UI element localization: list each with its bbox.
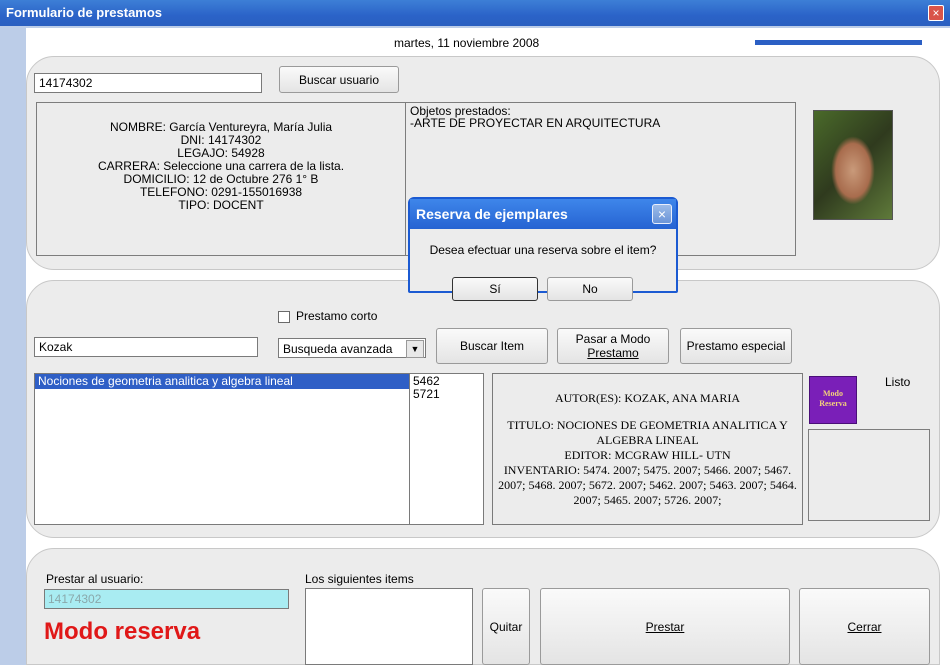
short-loan-label: Prestamo corto — [296, 309, 378, 323]
user-tipo: TIPO: DOCENT — [178, 198, 264, 212]
dialog-close-icon[interactable]: × — [652, 204, 672, 224]
dialog-yes-button[interactable]: Sí — [452, 277, 538, 301]
chevron-down-icon[interactable]: ▼ — [406, 340, 424, 358]
preview-box — [808, 429, 930, 521]
search-mode-value: Busqueda avanzada — [283, 342, 393, 356]
dialog-message: Desea efectuar una reserva sobre el item… — [429, 243, 657, 257]
item-search-input[interactable]: Kozak — [34, 337, 258, 357]
borrowed-item: -ARTE DE PROYECTAR EN ARQUITECTURA — [410, 116, 661, 130]
lend-to-label: Prestar al usuario: — [46, 572, 144, 586]
user-photo — [813, 110, 893, 220]
reserve-dialog: Reserva de ejemplares × Desea efectuar u… — [408, 197, 678, 301]
detail-title: TITULO: NOCIONES DE GEOMETRIA ANALITICA … — [507, 418, 788, 447]
progress-bar — [755, 40, 922, 45]
codes-list[interactable]: 5462 5721 — [409, 373, 484, 525]
user-info-text: NOMBRE: García Ventureyra, María Julia D… — [37, 103, 405, 212]
header-date: martes, 11 noviembre 2008 — [394, 36, 540, 50]
loan-mode-label-1: Pasar a Modo — [575, 332, 651, 346]
detail-author: AUTOR(ES): KOZAK, ANA MARIA — [554, 391, 741, 405]
code-item[interactable]: 5721 — [413, 388, 480, 401]
dialog-no-button[interactable]: No — [547, 277, 633, 301]
user-info-box: NOMBRE: García Ventureyra, María Julia D… — [36, 102, 406, 256]
close-button[interactable]: Cerrar — [799, 588, 930, 665]
close-icon[interactable]: × — [928, 5, 944, 21]
lend-to-field[interactable]: 14174302 — [44, 589, 289, 609]
loan-mode-button[interactable]: Pasar a Modo Prestamo — [557, 328, 669, 364]
status-text: Listo — [885, 375, 911, 389]
list-item[interactable]: Nociones de geometria analitica y algebr… — [35, 374, 409, 389]
detail-editor: EDITOR: MCGRAW HILL- UTN — [564, 448, 731, 462]
mode-text: Modo reserva — [44, 618, 201, 645]
special-loan-button[interactable]: Prestamo especial — [680, 328, 792, 364]
dialog-title: Reserva de ejemplares — [410, 199, 676, 229]
mode-reserva-badge[interactable]: Modo Reserva — [809, 376, 857, 424]
loan-mode-label-2: Prestamo — [587, 346, 639, 360]
search-item-button[interactable]: Buscar Item — [436, 328, 548, 364]
window-title-bar: Formulario de prestamos — [0, 0, 950, 26]
items-label: Los siguientes items — [305, 572, 414, 586]
detail-inventory: INVENTARIO: 5474. 2007; 5475. 2007; 5466… — [498, 463, 797, 507]
lend-button[interactable]: Prestar — [540, 588, 790, 665]
selected-items-list[interactable] — [305, 588, 473, 665]
mode-badge-line-1: Modo — [823, 389, 843, 398]
item-detail-box: AUTOR(ES): KOZAK, ANA MARIA TITULO: NOCI… — [492, 373, 803, 525]
search-user-button[interactable]: Buscar usuario — [279, 66, 399, 93]
search-mode-select[interactable]: Busqueda avanzada ▼ — [278, 338, 426, 358]
short-loan-checkbox[interactable] — [278, 311, 290, 323]
mode-badge-line-2: Reserva — [819, 399, 847, 408]
remove-button[interactable]: Quitar — [482, 588, 530, 665]
user-id-input[interactable]: 14174302 — [34, 73, 262, 93]
results-list[interactable]: Nociones de geometria analitica y algebr… — [34, 373, 410, 525]
window-title: Formulario de prestamos — [6, 5, 163, 20]
